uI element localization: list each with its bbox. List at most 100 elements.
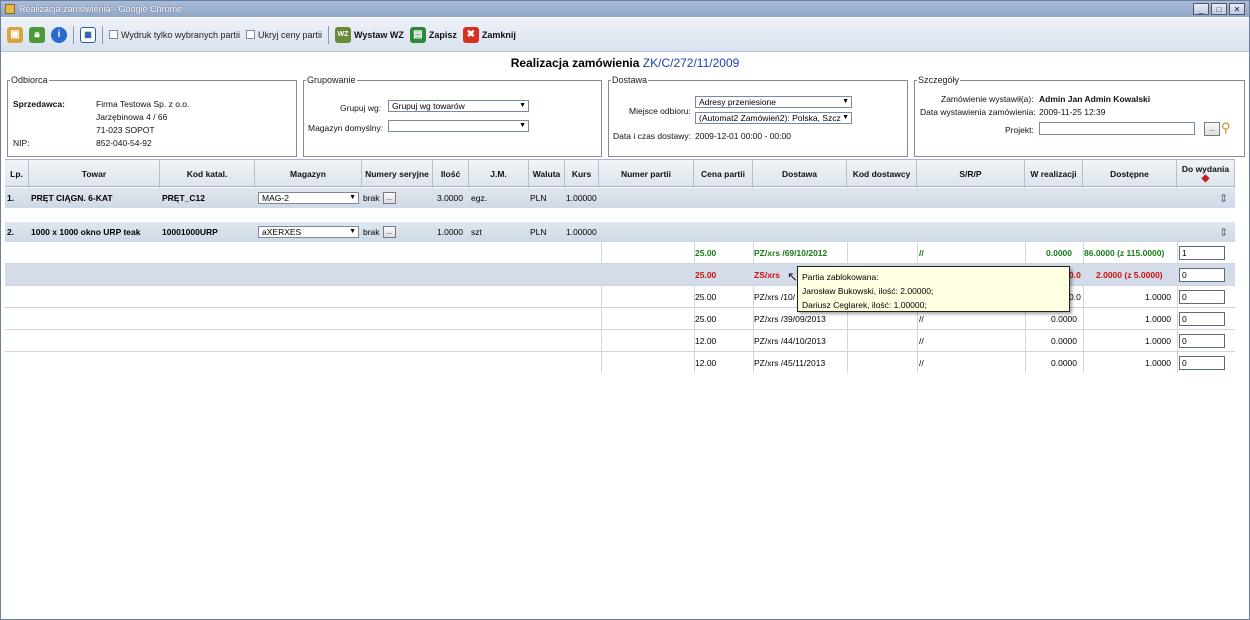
qty-input[interactable]: 0: [1179, 268, 1225, 282]
batch-cena: 25.00: [695, 292, 717, 302]
cell-kod: 10001000URP: [162, 227, 218, 237]
expand-collapse-icon[interactable]: ⇕: [1219, 188, 1228, 208]
lock-icon[interactable]: 🔒︎: [29, 26, 45, 43]
close-icon: ✖: [462, 26, 479, 43]
project-browse-button[interactable]: ...: [1204, 122, 1220, 136]
tooltip-line: Dariusz Ceglarek, ilość: 1.00000;: [802, 300, 927, 310]
qty-input[interactable]: 0: [1179, 356, 1225, 370]
package-icon[interactable]: ▣: [7, 26, 23, 43]
table-row[interactable]: 1. PRĘT CIĄGN. 6-KAT PRĘT_C12 MAG-2 ▼ bra…: [5, 188, 1235, 208]
batch-row[interactable]: 12.00 PZ/xrs /44/10/2013 // 0.0000 1.000…: [5, 330, 1235, 352]
col-kurs[interactable]: Kurs: [565, 160, 599, 188]
pickup-place-select[interactable]: Adresy przeniesione ▼: [695, 96, 852, 108]
qty-input[interactable]: 0: [1179, 290, 1225, 304]
group-by-label: Grupuj wg:: [340, 103, 382, 113]
pickup-place-label: Miejsce odbioru:: [629, 106, 691, 116]
close-window-button[interactable]: ✕: [1229, 3, 1245, 15]
cell-jm: szt: [471, 227, 482, 237]
serial-value: brak: [363, 193, 380, 203]
col-numer-partii[interactable]: Numer partii: [599, 160, 694, 188]
seller-name: Firma Testowa Sp. z o.o.: [96, 99, 190, 109]
warehouse-select[interactable]: MAG-2 ▼: [258, 192, 359, 204]
col-kod[interactable]: Kod katal.: [160, 160, 255, 188]
expand-collapse-icon[interactable]: ⇕: [1219, 222, 1228, 242]
toolbar-separator: [102, 25, 103, 44]
cell-lp: 2.: [7, 227, 15, 237]
table-row[interactable]: 2. 1000 x 1000 okno URP teak 10001000URP…: [5, 222, 1235, 242]
checkbox-box[interactable]: [109, 30, 118, 39]
default-warehouse-select[interactable]: ▼: [388, 120, 529, 132]
chevron-down-icon: ▼: [349, 228, 356, 235]
hide-batch-prices-checkbox[interactable]: Ukryj ceny partii: [245, 30, 322, 40]
delivery-date-value: 2009-12-01 00:00 - 00:00: [695, 131, 791, 141]
col-magazyn[interactable]: Magazyn: [255, 160, 362, 188]
app-icon: [5, 4, 15, 14]
group-by-select[interactable]: Grupuj wg towarów ▼: [388, 100, 529, 112]
batch-srp: //: [919, 358, 924, 368]
batch-w-realizacji: 0.0000: [1051, 358, 1077, 368]
issued-date-label: Data wystawienia zamówienia:: [920, 107, 1036, 117]
issuer-label: Zamówienie wystawił(a):: [941, 94, 1034, 104]
col-dostawa[interactable]: Dostawa: [753, 160, 847, 188]
search-icon[interactable]: ⚲: [1221, 120, 1231, 136]
checkbox-box[interactable]: [245, 30, 255, 39]
batch-w-realizacji: 0.0000: [1069, 292, 1081, 302]
col-cena-partii[interactable]: Cena partii: [694, 160, 753, 188]
chevron-down-icon: ▼: [842, 98, 849, 105]
seller-city: 71-023 SOPOT: [96, 125, 155, 135]
qty-input[interactable]: 1: [1179, 246, 1225, 260]
issued-date-value: 2009-11-25 12:39: [1039, 107, 1106, 117]
minimize-button[interactable]: _: [1193, 3, 1209, 15]
nip-label: NIP:: [13, 138, 30, 148]
tooltip-line: Partia zablokowana:: [802, 272, 879, 282]
col-ilosc[interactable]: Ilość: [433, 160, 469, 188]
issue-wz-button[interactable]: WZ Wystaw WZ: [334, 26, 404, 43]
eraser-icon[interactable]: ◆: [1202, 174, 1210, 184]
serial-browse-button[interactable]: ...: [382, 226, 396, 238]
qty-input[interactable]: 0: [1179, 334, 1225, 348]
col-dostepne[interactable]: Dostępne: [1083, 160, 1177, 188]
pickup-address-select[interactable]: (Automat2 Zamówień2): Polska, Szcz ▼: [695, 112, 852, 124]
col-towar[interactable]: Towar: [29, 160, 160, 188]
maximize-button[interactable]: □: [1211, 3, 1227, 15]
calendar-icon[interactable]: ▦: [80, 26, 96, 43]
cell-kod: PRĘT_C12: [162, 193, 205, 203]
wz-icon: WZ: [334, 26, 351, 43]
order-number[interactable]: ZK/C/272/11/2009: [643, 56, 740, 70]
close-label: Zamknij: [481, 29, 516, 40]
cell-ilosc: 3.0000: [437, 193, 463, 203]
cell-kurs: 1.00000: [566, 193, 597, 203]
szczegoly-panel: Szczegóły Zamówienie wystawił(a): Admin …: [914, 75, 1245, 157]
toolbar: ▣ 🔒︎ i ▦ Wydruk tylko wybranych partii U…: [1, 18, 1249, 52]
col-kod-dostawcy[interactable]: Kod dostawcy: [847, 160, 917, 188]
chevron-down-icon: ▼: [842, 114, 849, 121]
cell-jm: egz.: [471, 193, 488, 203]
close-button[interactable]: ✖ Zamknij: [462, 26, 516, 43]
col-w-realizacji[interactable]: W realizacji: [1025, 160, 1083, 188]
save-button[interactable]: ▤ Zapisz: [409, 26, 457, 43]
col-srp[interactable]: S/R/P: [917, 160, 1025, 188]
qty-input[interactable]: 0: [1179, 312, 1225, 326]
col-jm[interactable]: J.M.: [469, 160, 529, 188]
col-do-wydania[interactable]: Do wydania ◆: [1177, 160, 1235, 188]
col-serial[interactable]: Numery seryjne: [362, 160, 433, 188]
batch-dostawa: PZ/xrs /69/10/2012: [754, 248, 828, 258]
project-input[interactable]: [1039, 122, 1195, 135]
print-selected-batches-checkbox[interactable]: Wydruk tylko wybranych partii: [109, 30, 240, 40]
delivery-date-label: Data i czas dostawy:: [613, 131, 691, 141]
toolbar-separator: [73, 25, 74, 44]
serial-browse-button[interactable]: ...: [382, 192, 396, 204]
batch-dostepne: 1.0000: [1145, 314, 1171, 324]
warehouse-select[interactable]: aXERXES ▼: [258, 226, 359, 238]
batch-row[interactable]: 25.00 PZ/xrs /69/10/2012 // 0.0000 86.00…: [5, 242, 1235, 264]
locked-batch-tooltip: Partia zablokowana: Jarosław Bukowski, i…: [797, 266, 1070, 312]
col-lp[interactable]: Lp.: [5, 160, 29, 188]
cell-kurs: 1.00000: [566, 227, 597, 237]
seller-label: Sprzedawca:: [13, 99, 65, 109]
col-waluta[interactable]: Waluta: [529, 160, 565, 188]
cell-lp: 1.: [7, 193, 15, 203]
issue-wz-label: Wystaw WZ: [353, 29, 404, 40]
info-icon[interactable]: i: [51, 26, 67, 43]
batch-row[interactable]: 12.00 PZ/xrs /45/11/2013 // 0.0000 1.000…: [5, 352, 1235, 374]
dostawa-panel: Dostawa Miejsce odbioru: Adresy przenies…: [608, 75, 908, 157]
